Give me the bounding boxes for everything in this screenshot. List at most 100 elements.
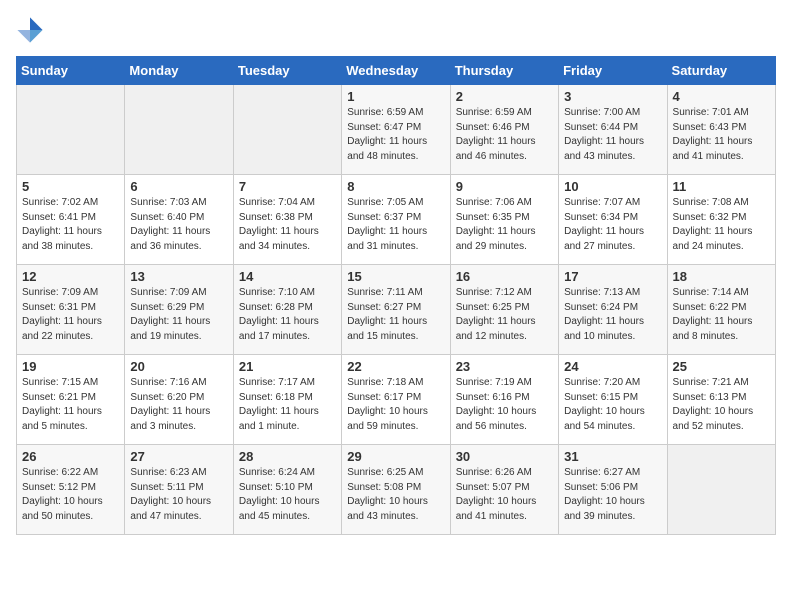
calendar-cell: 8 Sunrise: 7:05 AM Sunset: 6:37 PM Daylig… xyxy=(342,175,450,265)
day-header-wednesday: Wednesday xyxy=(342,57,450,85)
day-number: 13 xyxy=(130,269,227,284)
day-number: 17 xyxy=(564,269,661,284)
calendar-table: SundayMondayTuesdayWednesdayThursdayFrid… xyxy=(16,56,776,535)
day-info: Sunrise: 7:18 AM Sunset: 6:17 PM Dayligh… xyxy=(347,376,444,434)
day-info: Sunrise: 6:25 AM Sunset: 5:08 PM Dayligh… xyxy=(347,466,444,524)
day-number: 26 xyxy=(22,449,119,464)
day-info: Sunrise: 7:12 AM Sunset: 6:25 PM Dayligh… xyxy=(456,286,553,344)
calendar-week-row: 26Sunrise: 6:22 AM Sunset: 5:12 PM Dayli… xyxy=(17,445,776,535)
day-number: 30 xyxy=(456,449,553,464)
day-number: 7 xyxy=(239,179,336,194)
calendar-week-row: 1 Sunrise: 6:59 AM Sunset: 6:47 PM Daylig… xyxy=(17,85,776,175)
calendar-cell: 25Sunrise: 7:21 AM Sunset: 6:13 PM Dayli… xyxy=(667,355,775,445)
day-number: 1 xyxy=(347,89,444,104)
day-info: Sunrise: 7:19 AM Sunset: 6:16 PM Dayligh… xyxy=(456,376,553,434)
calendar-cell: 6Sunrise: 7:03 AM Sunset: 6:40 PM Daylig… xyxy=(125,175,233,265)
day-number: 6 xyxy=(130,179,227,194)
page-header xyxy=(16,16,776,44)
day-info: Sunrise: 6:24 AM Sunset: 5:10 PM Dayligh… xyxy=(239,466,336,524)
day-number: 8 xyxy=(347,179,444,194)
day-number: 31 xyxy=(564,449,661,464)
calendar-week-row: 12Sunrise: 7:09 AM Sunset: 6:31 PM Dayli… xyxy=(17,265,776,355)
day-info: Sunrise: 7:13 AM Sunset: 6:24 PM Dayligh… xyxy=(564,286,661,344)
calendar-cell: 2Sunrise: 6:59 AM Sunset: 6:46 PM Daylig… xyxy=(450,85,558,175)
day-header-sunday: Sunday xyxy=(17,57,125,85)
day-info: Sunrise: 7:08 AM Sunset: 6:32 PM Dayligh… xyxy=(673,196,770,254)
calendar-cell: 12Sunrise: 7:09 AM Sunset: 6:31 PM Dayli… xyxy=(17,265,125,355)
calendar-cell xyxy=(125,85,233,175)
calendar-header-row: SundayMondayTuesdayWednesdayThursdayFrid… xyxy=(17,57,776,85)
calendar-cell: 9 Sunrise: 7:06 AM Sunset: 6:35 PM Daylig… xyxy=(450,175,558,265)
day-number: 29 xyxy=(347,449,444,464)
day-number: 22 xyxy=(347,359,444,374)
calendar-cell: 14 Sunrise: 7:10 AM Sunset: 6:28 PM Dayli… xyxy=(233,265,341,355)
day-info: Sunrise: 7:15 AM Sunset: 6:21 PM Dayligh… xyxy=(22,376,119,434)
calendar-cell: 5 Sunrise: 7:02 AM Sunset: 6:41 PM Daylig… xyxy=(17,175,125,265)
day-info: Sunrise: 6:23 AM Sunset: 5:11 PM Dayligh… xyxy=(130,466,227,524)
calendar-cell: 10 Sunrise: 7:07 AM Sunset: 6:34 PM Dayli… xyxy=(559,175,667,265)
day-info: Sunrise: 7:05 AM Sunset: 6:37 PM Dayligh… xyxy=(347,196,444,254)
day-info: Sunrise: 7:20 AM Sunset: 6:15 PM Dayligh… xyxy=(564,376,661,434)
calendar-cell: 29 Sunrise: 6:25 AM Sunset: 5:08 PM Dayli… xyxy=(342,445,450,535)
calendar-cell: 1 Sunrise: 6:59 AM Sunset: 6:47 PM Daylig… xyxy=(342,85,450,175)
day-header-saturday: Saturday xyxy=(667,57,775,85)
day-number: 19 xyxy=(22,359,119,374)
logo-icon xyxy=(16,16,44,44)
day-info: Sunrise: 7:14 AM Sunset: 6:22 PM Dayligh… xyxy=(673,286,770,344)
calendar-week-row: 5 Sunrise: 7:02 AM Sunset: 6:41 PM Daylig… xyxy=(17,175,776,265)
calendar-cell: 19 Sunrise: 7:15 AM Sunset: 6:21 PM Dayli… xyxy=(17,355,125,445)
day-number: 14 xyxy=(239,269,336,284)
day-info: Sunrise: 7:02 AM Sunset: 6:41 PM Dayligh… xyxy=(22,196,119,254)
day-info: Sunrise: 6:59 AM Sunset: 6:46 PM Dayligh… xyxy=(456,106,553,164)
day-number: 20 xyxy=(130,359,227,374)
calendar-cell: 11 Sunrise: 7:08 AM Sunset: 6:32 PM Dayli… xyxy=(667,175,775,265)
day-header-monday: Monday xyxy=(125,57,233,85)
calendar-cell: 3Sunrise: 7:00 AM Sunset: 6:44 PM Daylig… xyxy=(559,85,667,175)
day-number: 4 xyxy=(673,89,770,104)
calendar-cell: 22 Sunrise: 7:18 AM Sunset: 6:17 PM Dayli… xyxy=(342,355,450,445)
day-info: Sunrise: 7:10 AM Sunset: 6:28 PM Dayligh… xyxy=(239,286,336,344)
day-info: Sunrise: 6:27 AM Sunset: 5:06 PM Dayligh… xyxy=(564,466,661,524)
day-number: 23 xyxy=(456,359,553,374)
day-number: 5 xyxy=(22,179,119,194)
day-info: Sunrise: 7:07 AM Sunset: 6:34 PM Dayligh… xyxy=(564,196,661,254)
calendar-cell: 18 Sunrise: 7:14 AM Sunset: 6:22 PM Dayli… xyxy=(667,265,775,355)
calendar-cell: 28 Sunrise: 6:24 AM Sunset: 5:10 PM Dayli… xyxy=(233,445,341,535)
calendar-cell: 15 Sunrise: 7:11 AM Sunset: 6:27 PM Dayli… xyxy=(342,265,450,355)
calendar-cell xyxy=(233,85,341,175)
calendar-cell: 4Sunrise: 7:01 AM Sunset: 6:43 PM Daylig… xyxy=(667,85,775,175)
calendar-cell: 24 Sunrise: 7:20 AM Sunset: 6:15 PM Dayli… xyxy=(559,355,667,445)
calendar-cell: 23 Sunrise: 7:19 AM Sunset: 6:16 PM Dayli… xyxy=(450,355,558,445)
calendar-cell: 31 Sunrise: 6:27 AM Sunset: 5:06 PM Dayli… xyxy=(559,445,667,535)
day-info: Sunrise: 7:00 AM Sunset: 6:44 PM Dayligh… xyxy=(564,106,661,164)
day-info: Sunrise: 6:59 AM Sunset: 6:47 PM Dayligh… xyxy=(347,106,444,164)
day-number: 11 xyxy=(673,179,770,194)
day-number: 24 xyxy=(564,359,661,374)
calendar-cell: 27 Sunrise: 6:23 AM Sunset: 5:11 PM Dayli… xyxy=(125,445,233,535)
day-header-tuesday: Tuesday xyxy=(233,57,341,85)
day-number: 27 xyxy=(130,449,227,464)
day-info: Sunrise: 6:26 AM Sunset: 5:07 PM Dayligh… xyxy=(456,466,553,524)
day-number: 16 xyxy=(456,269,553,284)
calendar-cell: 26Sunrise: 6:22 AM Sunset: 5:12 PM Dayli… xyxy=(17,445,125,535)
calendar-cell xyxy=(667,445,775,535)
day-info: Sunrise: 7:06 AM Sunset: 6:35 PM Dayligh… xyxy=(456,196,553,254)
calendar-cell: 17 Sunrise: 7:13 AM Sunset: 6:24 PM Dayli… xyxy=(559,265,667,355)
day-number: 18 xyxy=(673,269,770,284)
day-header-friday: Friday xyxy=(559,57,667,85)
day-info: Sunrise: 7:04 AM Sunset: 6:38 PM Dayligh… xyxy=(239,196,336,254)
calendar-cell: 30 Sunrise: 6:26 AM Sunset: 5:07 PM Dayli… xyxy=(450,445,558,535)
day-number: 15 xyxy=(347,269,444,284)
calendar-cell xyxy=(17,85,125,175)
day-number: 10 xyxy=(564,179,661,194)
day-info: Sunrise: 7:11 AM Sunset: 6:27 PM Dayligh… xyxy=(347,286,444,344)
calendar-cell: 20Sunrise: 7:16 AM Sunset: 6:20 PM Dayli… xyxy=(125,355,233,445)
calendar-cell: 16 Sunrise: 7:12 AM Sunset: 6:25 PM Dayli… xyxy=(450,265,558,355)
day-number: 21 xyxy=(239,359,336,374)
day-number: 25 xyxy=(673,359,770,374)
day-number: 28 xyxy=(239,449,336,464)
calendar-cell: 21Sunrise: 7:17 AM Sunset: 6:18 PM Dayli… xyxy=(233,355,341,445)
day-number: 9 xyxy=(456,179,553,194)
day-number: 12 xyxy=(22,269,119,284)
logo xyxy=(16,16,48,44)
